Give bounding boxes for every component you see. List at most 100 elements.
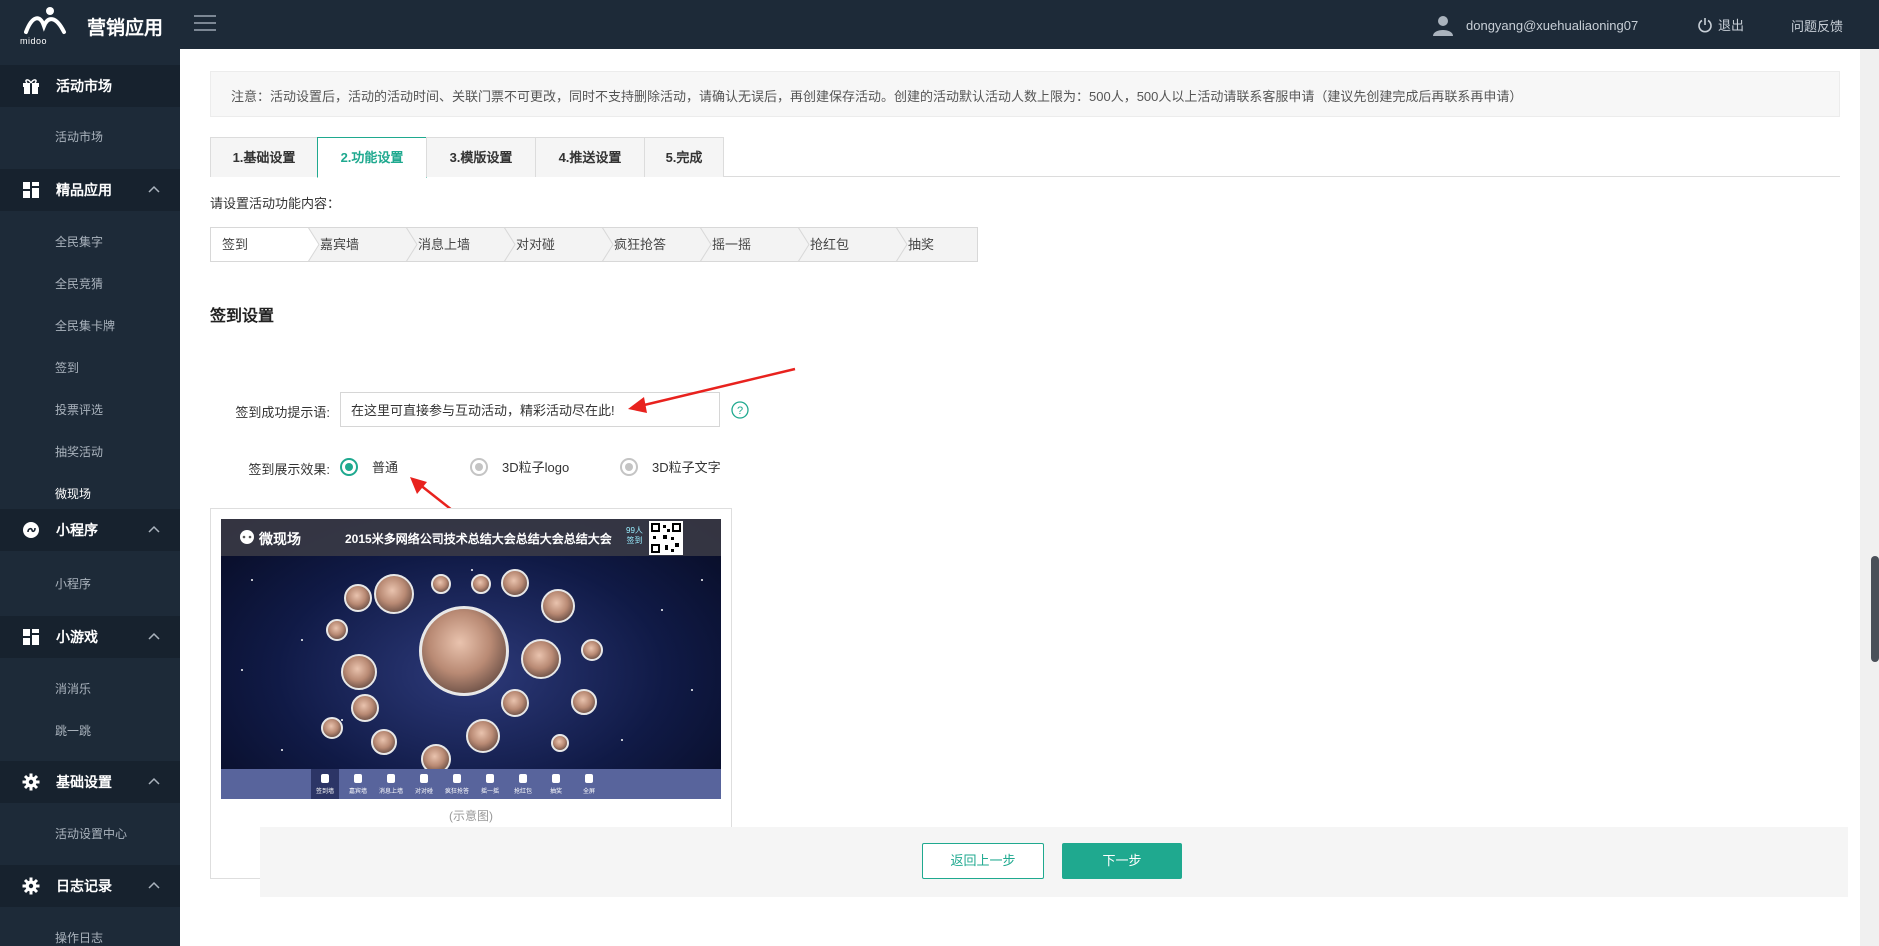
effect-option-3d-logo[interactable]: 3D粒子logo <box>470 457 569 476</box>
function-step-nav: 签到 嘉宾墙 消息上墙 对对碰 疯狂抢答 摇一摇 抢红包 抽奖 <box>210 227 978 262</box>
sidebar-item-mini-program[interactable]: 小程序 <box>55 575 91 592</box>
page-scrollbar[interactable] <box>1860 49 1879 946</box>
function-step-pairing[interactable]: 对对碰 <box>504 227 614 262</box>
checkin-preview-card: 微现场 2015米多网络公司技术总结大会总结大会总结大会 99人 签到 签到墙 … <box>210 508 732 879</box>
gear-icon <box>22 877 40 895</box>
chevron-up-icon <box>148 185 160 193</box>
sidebar-item-match-game[interactable]: 消消乐 <box>55 680 91 697</box>
sidebar-item-lottery[interactable]: 抽奖活动 <box>55 443 103 460</box>
qr-code-icon <box>651 523 681 553</box>
help-icon[interactable]: ? <box>731 401 749 419</box>
sidebar-group-mini-program[interactable]: 小程序 <box>0 509 180 551</box>
gift-icon <box>23 79 39 94</box>
app-title: 营销应用 <box>87 18 164 39</box>
main-content: 注意：活动设置后，活动的活动时间、关联门票不可更改，同时不支持删除活动，请确认无… <box>180 49 1860 946</box>
chevron-right-icon <box>700 227 712 262</box>
sidebar-group-label: 小程序 <box>56 522 98 538</box>
preview-brand: 微现场 <box>259 531 301 547</box>
sidebar-group-mini-games[interactable]: 小游戏 <box>0 616 180 658</box>
sidebar-item-jump-game[interactable]: 跳一跳 <box>55 722 91 739</box>
effect-option-3d-text[interactable]: 3D粒子文字 <box>620 457 721 476</box>
function-step-shake[interactable]: 摇一摇 <box>700 227 810 262</box>
tab-template-settings[interactable]: 3.模版设置 <box>426 137 536 177</box>
sidebar-item-guessing[interactable]: 全民竞猜 <box>55 275 103 292</box>
chevron-up-icon <box>148 881 160 889</box>
power-icon <box>1698 17 1712 32</box>
logout-button[interactable]: 退出 <box>1697 15 1744 34</box>
sidebar-item-collect-cards[interactable]: 全民集卡牌 <box>55 317 115 334</box>
function-step-message-wall[interactable]: 消息上墙 <box>406 227 516 262</box>
tab-push-settings[interactable]: 4.推送设置 <box>535 137 645 177</box>
step-tabs: 1.基础设置 2.功能设置 3.模版设置 4.推送设置 5.完成 <box>210 137 1840 178</box>
tab-function-settings[interactable]: 2.功能设置 <box>317 137 427 178</box>
grid-icon <box>23 182 39 198</box>
preview-header: 微现场 2015米多网络公司技术总结大会总结大会总结大会 99人 签到 <box>221 519 721 556</box>
preview-footer: 签到墙 嘉宾墙 消息上墙 对对碰 疯狂抢答 摇一摇 抢红包 抽奖 全屏 <box>221 769 721 799</box>
preview-caption: (示意图) <box>449 809 493 823</box>
logo-mark-icon <box>24 7 66 34</box>
chevron-up-icon <box>148 525 160 533</box>
sidebar-item-micro-scene[interactable]: 微现场 <box>55 485 91 502</box>
function-prompt: 请设置活动功能内容： <box>210 196 341 211</box>
chevron-up-icon <box>148 632 160 640</box>
sidebar: 活动市场 活动市场 精品应用 全民集字 全民竞猜 全民集卡牌 签到 投票评选 抽… <box>0 49 180 946</box>
radio-dot <box>470 457 488 476</box>
effect-label: 签到展示效果: <box>248 462 330 477</box>
sidebar-group-premium-apps[interactable]: 精品应用 <box>0 169 180 211</box>
tip-input[interactable] <box>340 392 720 427</box>
qr-code <box>649 521 683 555</box>
function-step-lottery[interactable]: 抽奖 <box>896 227 978 262</box>
chevron-right-icon <box>798 227 810 262</box>
function-step-red-packet[interactable]: 抢红包 <box>798 227 908 262</box>
function-step-quiz[interactable]: 疯狂抢答 <box>602 227 712 262</box>
menu-toggle-icon[interactable] <box>194 15 216 33</box>
checkin-preview-image: 微现场 2015米多网络公司技术总结大会总结大会总结大会 99人 签到 签到墙 … <box>221 519 721 799</box>
footer-action-bar: 返回上一步 下一步 <box>260 827 1848 897</box>
grid-icon <box>23 629 39 645</box>
logo-text: midoo <box>20 36 48 46</box>
tab-basic-settings[interactable]: 1.基础设置 <box>210 137 318 177</box>
chevron-up-icon <box>148 777 160 785</box>
sidebar-group-activity-market[interactable]: 活动市场 <box>0 65 180 107</box>
tab-finish[interactable]: 5.完成 <box>644 137 724 177</box>
sidebar-item-settings-center[interactable]: 活动设置中心 <box>55 825 127 842</box>
section-title: 签到设置 <box>210 308 275 325</box>
mini-program-icon <box>23 522 39 538</box>
function-step-checkin[interactable]: 签到 <box>210 227 320 262</box>
logout-label: 退出 <box>1718 18 1745 33</box>
sidebar-item-activity-market[interactable]: 活动市场 <box>55 128 103 145</box>
chevron-right-icon <box>896 227 908 262</box>
sidebar-group-label: 日志记录 <box>56 878 112 894</box>
radio-dot <box>620 457 638 476</box>
sidebar-item-operation-log[interactable]: 操作日志 <box>55 929 103 946</box>
back-button[interactable]: 返回上一步 <box>922 843 1044 879</box>
midoo-logo[interactable]: midoo <box>18 6 76 46</box>
feedback-link[interactable]: 问题反馈 <box>1791 16 1843 35</box>
sidebar-group-basic-settings[interactable]: 基础设置 <box>0 761 180 803</box>
scrollbar-thumb[interactable] <box>1871 556 1879 662</box>
radio-dot <box>340 457 358 476</box>
sidebar-item-checkin[interactable]: 签到 <box>55 359 79 376</box>
sidebar-item-voting[interactable]: 投票评选 <box>55 401 103 418</box>
top-bar: midoo 营销应用 dongyang@xuehualiaoning07 退出 … <box>0 0 1879 49</box>
sidebar-item-collect-words[interactable]: 全民集字 <box>55 233 103 250</box>
next-button[interactable]: 下一步 <box>1062 843 1182 879</box>
sidebar-group-logs[interactable]: 日志记录 <box>0 865 180 907</box>
user-email: dongyang@xuehualiaoning07 <box>1466 17 1639 33</box>
chevron-right-icon <box>504 227 516 262</box>
user-icon <box>1433 16 1453 36</box>
preview-count: 99人 签到 <box>626 526 643 545</box>
gear-icon <box>22 773 40 791</box>
sidebar-group-label: 小游戏 <box>56 629 98 645</box>
chevron-right-icon <box>308 227 320 262</box>
effect-option-normal[interactable]: 普通 <box>340 457 398 476</box>
function-step-guest-wall[interactable]: 嘉宾墙 <box>308 227 418 262</box>
svg-text:?: ? <box>737 405 743 417</box>
sidebar-group-label: 基础设置 <box>56 774 112 790</box>
user-account[interactable]: dongyang@xuehualiaoning07 <box>1432 14 1638 36</box>
sidebar-group-label: 活动市场 <box>56 78 112 94</box>
chevron-right-icon <box>406 227 418 262</box>
chevron-right-icon <box>602 227 614 262</box>
notice-banner: 注意：活动设置后，活动的活动时间、关联门票不可更改，同时不支持删除活动，请确认无… <box>210 71 1840 117</box>
chat-bubble-icon <box>240 530 254 544</box>
